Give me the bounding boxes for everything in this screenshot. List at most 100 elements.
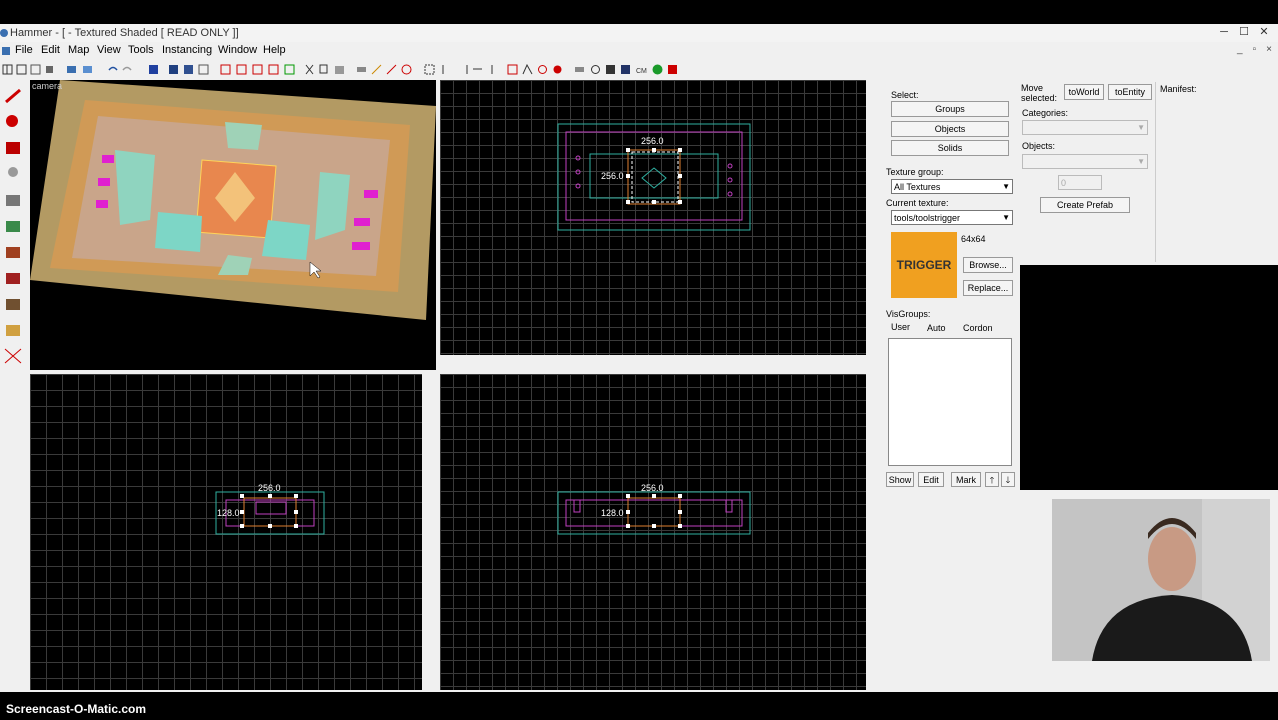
transform-icon[interactable] (507, 64, 518, 75)
flip-vertical-icon[interactable] (487, 64, 498, 75)
front-view-vscrollbar[interactable] (422, 374, 434, 690)
menu-view[interactable]: View (97, 44, 121, 56)
map-properties-icon[interactable] (574, 64, 585, 75)
hide-items-icon[interactable] (198, 64, 209, 75)
entity-report-icon[interactable] (537, 64, 548, 75)
menu-window[interactable]: Window (218, 44, 257, 56)
menu-help[interactable]: Help (263, 44, 286, 56)
top-view-vscrollbar[interactable] (868, 80, 880, 355)
current-texture-select[interactable]: tools/toolstrigger ▼ (891, 210, 1013, 225)
flip-horizontal-icon[interactable] (472, 64, 483, 75)
align-right-icon[interactable] (457, 64, 468, 75)
front-viewport[interactable]: 256.0 128.0 (30, 374, 422, 690)
select-by-handles-icon[interactable] (236, 64, 247, 75)
group-icon[interactable] (66, 64, 77, 75)
magnify-tool-icon[interactable] (2, 112, 24, 132)
to-entity-button[interactable]: toEntity (1108, 84, 1152, 100)
helpers-icon[interactable] (252, 64, 263, 75)
ungroup-icon[interactable] (82, 64, 93, 75)
clipping-tool-icon[interactable] (2, 294, 24, 314)
create-prefab-button[interactable]: Create Prefab (1040, 197, 1130, 213)
mdi-restore-button[interactable]: ▫ (1253, 44, 1257, 55)
visgroup-mark-button[interactable]: Mark (951, 472, 981, 487)
paste-icon[interactable] (334, 64, 345, 75)
side-viewport[interactable]: 256.0 128.0 (440, 374, 866, 690)
browse-button[interactable]: Browse... (963, 257, 1013, 273)
settings-icon[interactable] (590, 64, 601, 75)
arrow-up-icon[interactable]: 🡑 (985, 472, 999, 487)
visgroup-edit-button[interactable]: Edit (918, 472, 944, 487)
to-world-button[interactable]: toWorld (1064, 84, 1104, 100)
compile-icon[interactable] (522, 64, 533, 75)
vertex-icon[interactable] (386, 64, 397, 75)
block-tool-icon[interactable] (2, 190, 24, 210)
grid-smaller-icon[interactable] (44, 64, 55, 75)
block-tool-icon[interactable] (356, 64, 367, 75)
minimize-button[interactable]: ─ (1214, 24, 1234, 40)
overlay-icon[interactable] (620, 64, 631, 75)
top-viewport[interactable]: 256.0 256.0 (440, 80, 866, 355)
texture-lock-icon[interactable] (168, 64, 179, 75)
redo-icon[interactable] (122, 64, 133, 75)
menu-edit[interactable]: Edit (41, 44, 60, 56)
menu-map[interactable]: Map (68, 44, 89, 56)
tab-visgroups-cordon[interactable]: Cordon (963, 323, 993, 333)
apply-texture-icon[interactable] (2, 242, 24, 262)
grid-3d-icon[interactable] (16, 64, 27, 75)
categories-select[interactable]: ▼ (1022, 120, 1148, 135)
decal-tool-icon[interactable] (2, 268, 24, 288)
texture-group-select[interactable]: All Textures ▼ (891, 179, 1013, 194)
move-selected-label-2: selected: (1021, 93, 1058, 103)
cubemap-icon[interactable] (605, 64, 616, 75)
check-problems-icon[interactable] (552, 64, 563, 75)
select-objects-button[interactable]: Objects (891, 121, 1009, 137)
maximize-button[interactable]: ☐ (1234, 24, 1254, 40)
tab-visgroups-user[interactable]: User (891, 322, 910, 332)
chevron-down-icon: ▼ (1002, 182, 1010, 191)
selection-box-icon[interactable] (424, 64, 435, 75)
vertex-tool-icon[interactable] (2, 346, 24, 366)
undo-icon[interactable] (107, 64, 118, 75)
texture-preview[interactable]: TRIGGER (891, 232, 957, 298)
cut-icon[interactable] (304, 64, 315, 75)
overlay-tool-icon[interactable] (2, 320, 24, 340)
show-icon[interactable] (284, 64, 295, 75)
mdi-close-button[interactable]: × (1266, 44, 1272, 55)
menu-file[interactable]: File (15, 44, 33, 56)
camera-tool-icon[interactable] (2, 138, 24, 158)
models-icon[interactable] (268, 64, 279, 75)
entity-tool-icon[interactable] (2, 164, 24, 184)
top-view-geometry (557, 123, 751, 231)
visgroups-label: VisGroups: (886, 309, 931, 319)
menu-tools[interactable]: Tools (128, 44, 154, 56)
selection-tool-icon[interactable] (2, 86, 24, 106)
visgroups-list[interactable] (888, 338, 1012, 466)
grid-toggle-icon[interactable] (2, 64, 13, 75)
toggle-selection-icon[interactable] (220, 64, 231, 75)
camera-viewport[interactable]: camera (30, 80, 436, 370)
tab-visgroups-auto[interactable]: Auto (927, 323, 946, 333)
align-left-icon[interactable] (442, 64, 453, 75)
texture-application-icon[interactable] (2, 216, 24, 236)
debug-icon[interactable] (667, 64, 678, 75)
object-count-stepper[interactable]: 0 (1058, 175, 1102, 190)
carve-icon[interactable] (148, 64, 159, 75)
replace-button[interactable]: Replace... (963, 280, 1013, 296)
menu-instancing[interactable]: Instancing (162, 44, 212, 56)
grid-dots-icon[interactable] (30, 64, 41, 75)
close-button[interactable]: ✕ (1254, 24, 1274, 40)
stop-icon[interactable] (401, 64, 412, 75)
side-view-vscrollbar[interactable] (868, 374, 880, 690)
objects-select[interactable]: ▼ (1022, 154, 1148, 169)
select-solids-button[interactable]: Solids (891, 140, 1009, 156)
select-groups-button[interactable]: Groups (891, 101, 1009, 117)
arrow-down-icon[interactable]: 🡓 (1001, 472, 1015, 487)
texture-scale-lock-icon[interactable] (183, 64, 194, 75)
top-view-hscrollbar[interactable] (440, 356, 866, 368)
run-map-icon[interactable] (652, 64, 663, 75)
copy-icon[interactable] (319, 64, 330, 75)
cm-icon[interactable]: CM (636, 64, 647, 75)
mdi-minimize-button[interactable]: _ (1237, 44, 1243, 55)
clip-icon[interactable] (371, 64, 382, 75)
visgroup-show-button[interactable]: Show (886, 472, 914, 487)
